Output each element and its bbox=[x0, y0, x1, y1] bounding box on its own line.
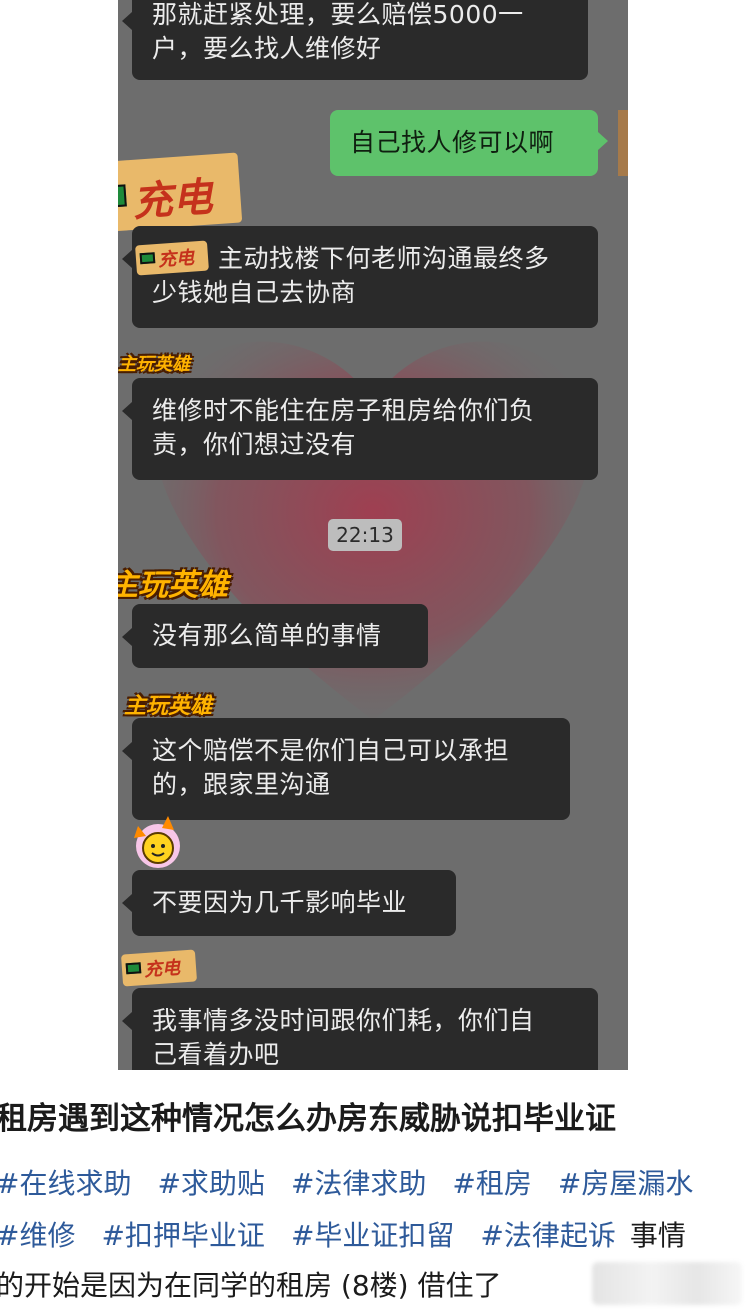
chat-message-2: 自己找人修可以啊 bbox=[330, 110, 608, 176]
chat-message-4: 维修时不能住在房子租房给你们负 责，你们想过没有 bbox=[122, 378, 598, 480]
hashtag-link[interactable]: #扣押毕业证 bbox=[101, 1219, 264, 1252]
chat-message-5: 没有那么简单的事情 bbox=[122, 604, 428, 668]
hashtag-link[interactable]: #租房 bbox=[452, 1167, 531, 1200]
chat-message-7: 不要因为几千影响毕业 bbox=[122, 870, 456, 936]
hashtag-link[interactable]: #毕业证扣留 bbox=[291, 1219, 454, 1252]
battery-icon bbox=[118, 184, 127, 209]
post-title: 租房遇到这种情况怎么办房东威胁说扣毕业证 bbox=[0, 1101, 616, 1137]
chat-message-1: 那就赶紧处理，要么赔偿5000一 户，要么找人维修好 bbox=[122, 0, 588, 80]
hashtag-link[interactable]: #房屋漏水 bbox=[558, 1167, 693, 1200]
battery-icon bbox=[125, 962, 142, 975]
hashtag-line-2: #维修 #扣押毕业证 #毕业证扣留 #法律起诉 事情 bbox=[0, 1210, 746, 1262]
chat-message-6: 这个赔偿不是你们自己可以承担 的，跟家里沟通 bbox=[122, 718, 570, 820]
sender-avatar bbox=[618, 110, 628, 176]
charge-sticker: 充电 bbox=[118, 152, 243, 234]
charge-badge: 充电 bbox=[120, 949, 198, 987]
charge-badge: 充电 bbox=[135, 240, 209, 276]
hashtag-link[interactable]: #法律起诉 bbox=[480, 1219, 615, 1252]
hero-tag: 主玩英雄 bbox=[118, 568, 228, 603]
hashtag-link[interactable]: #维修 bbox=[0, 1219, 75, 1252]
body-text-fragment: 事情 bbox=[629, 1219, 686, 1252]
cartoon-avatar-icon bbox=[134, 816, 180, 868]
battery-icon bbox=[139, 252, 156, 265]
hashtag-link[interactable]: #在线求助 bbox=[0, 1167, 131, 1200]
timestamp: 22:13 bbox=[328, 519, 402, 551]
hero-tag: 主玩英雄 bbox=[124, 694, 213, 719]
hashtag-link[interactable]: #法律求助 bbox=[291, 1167, 426, 1200]
hero-tag: 主玩英雄 bbox=[118, 354, 190, 375]
blurred-overlay bbox=[592, 1262, 742, 1305]
chat-message-8: 我事情多没时间跟你们耗，你们自 己看着办吧 bbox=[122, 988, 598, 1070]
chat-screenshot: 那就赶紧处理，要么赔偿5000一 户，要么找人维修好 自己找人修可以啊 充电 主动… bbox=[118, 0, 628, 1070]
hashtag-link[interactable]: #求助贴 bbox=[157, 1167, 264, 1200]
hashtag-line-1: #在线求助 #求助贴 #法律求助 #租房 #房屋漏水 bbox=[0, 1158, 746, 1210]
